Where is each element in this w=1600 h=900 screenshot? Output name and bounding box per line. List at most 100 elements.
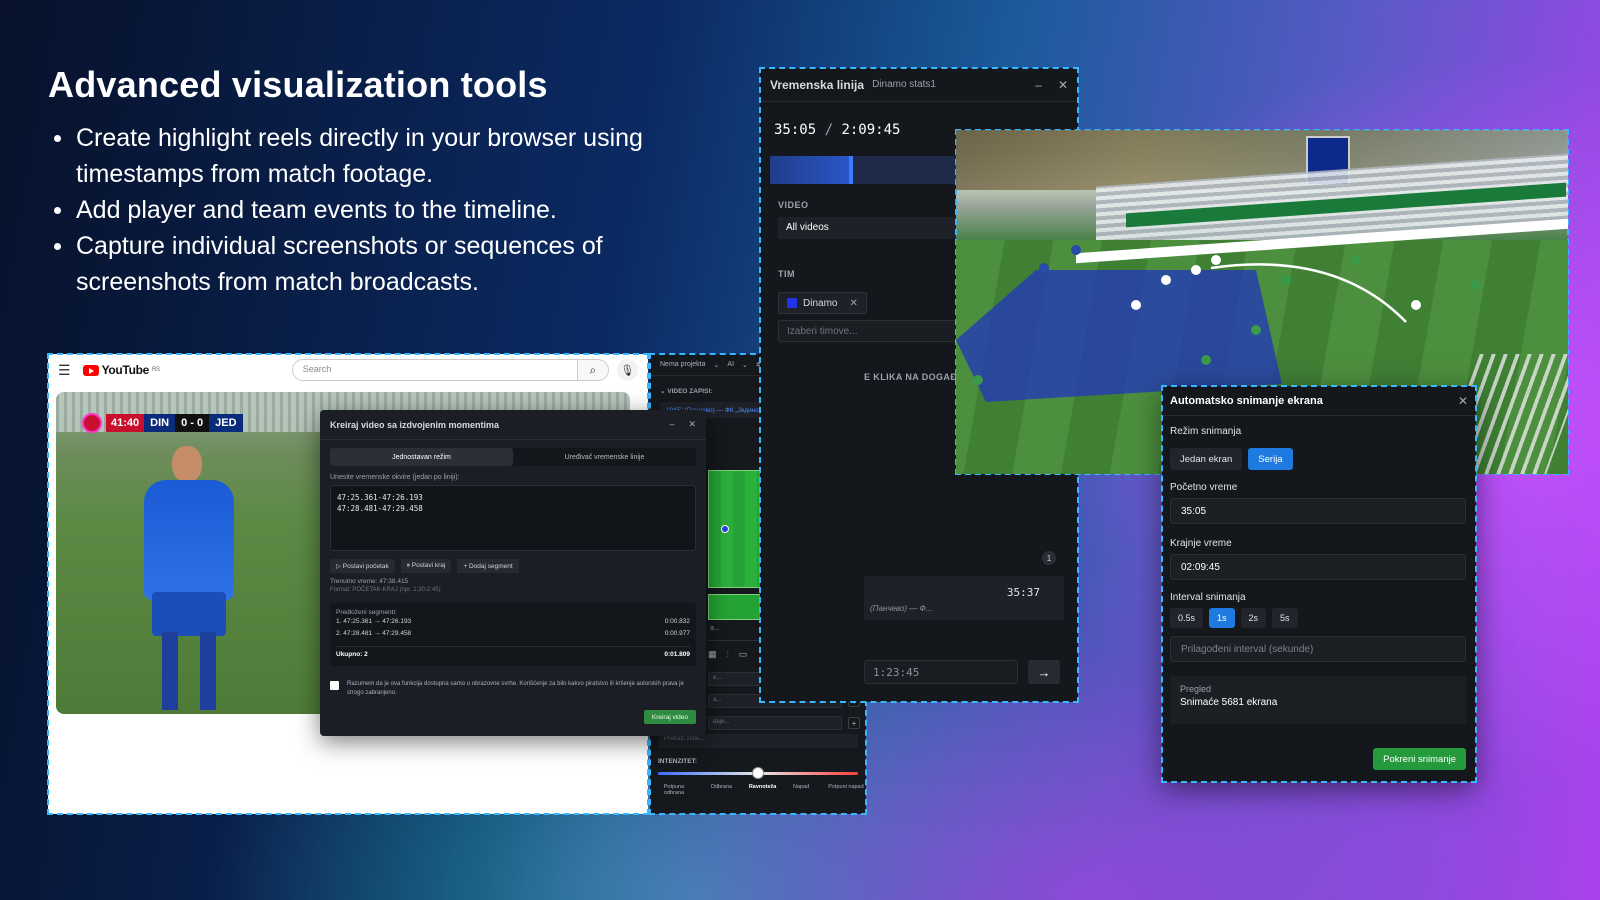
segment-range: 1. 47:25.361 → 47:26.193 bbox=[336, 618, 412, 625]
club-crest-icon bbox=[82, 413, 102, 433]
total-duration: 0:01.809 bbox=[664, 651, 690, 658]
custom-interval-input[interactable]: Prilagođeni interval (sekunde) bbox=[1170, 636, 1466, 662]
go-button[interactable]: → bbox=[1028, 660, 1060, 684]
ai-select[interactable]: AI bbox=[727, 361, 734, 368]
interval-label: Interval snimanja bbox=[1170, 592, 1246, 603]
interval-option[interactable]: 0.5s bbox=[1170, 608, 1204, 628]
preview-box: Pregled Snimaće 5681 ekrana bbox=[1170, 676, 1466, 724]
scale-label: Odbrana bbox=[710, 784, 733, 790]
chevron-down-icon[interactable]: ⌄ bbox=[714, 361, 720, 369]
dialog-title: Kreiraj video sa izdvojenim momentima bbox=[330, 419, 500, 430]
frames-textarea[interactable]: 47:25.361-47:26.193 47:28.481-47:29.458 bbox=[330, 485, 696, 551]
tab-simple-mode[interactable]: Jednostavan režim bbox=[330, 448, 513, 466]
mode-tabs: Jednostavan režim Uređivač vremenske lin… bbox=[330, 448, 696, 466]
current-time: Trenutno vreme: 47:38.415 bbox=[330, 578, 409, 585]
timecode: 35:05 / 2:09:45 bbox=[774, 122, 900, 138]
interval-options: 0.5s 1s 2s 5s bbox=[1170, 608, 1298, 628]
interval-option[interactable]: 2s bbox=[1240, 608, 1267, 628]
intensity-label: INTENZITET: bbox=[658, 758, 697, 765]
interval-option[interactable]: 1s bbox=[1209, 608, 1235, 628]
create-video-button[interactable]: Kreiraj video bbox=[643, 710, 696, 724]
interval-option[interactable]: 5s bbox=[1272, 608, 1298, 628]
match-clock: 41:40 bbox=[106, 414, 145, 432]
scale-label: Ravnoteža bbox=[748, 784, 777, 790]
window-controls: – ✕ bbox=[1035, 78, 1068, 92]
disclaimer-row: Razumem da je ova funkcija dostupna samo… bbox=[330, 680, 696, 698]
total-count: Ukupno: 2 bbox=[336, 651, 368, 658]
segment-row: 1. 47:25.361 → 47:26.193 0:00.832 bbox=[336, 618, 690, 630]
player-figure bbox=[134, 432, 244, 712]
player-white bbox=[1131, 300, 1141, 310]
segment-buttons: ▷ Postavi početak ⏸ Postavi kraj + Dodaj… bbox=[330, 559, 696, 573]
tab-timeline-editor[interactable]: Uređivač vremenske linije bbox=[513, 448, 696, 466]
player-green bbox=[1471, 280, 1481, 290]
close-icon[interactable]: ✕ bbox=[1058, 78, 1068, 92]
zone-search-input[interactable]: Pretraži zone... bbox=[658, 734, 858, 748]
segment-row: 2. 47:28.481 → 47:29.458 0:00.977 bbox=[336, 630, 690, 642]
project-select[interactable]: Nema projekta bbox=[660, 361, 706, 368]
player-head bbox=[172, 446, 202, 482]
close-icon[interactable]: ✕ bbox=[1458, 394, 1468, 408]
end-time-input[interactable]: 02:09:45 bbox=[1170, 554, 1466, 580]
camera-icon[interactable]: ▭ bbox=[739, 649, 748, 660]
timeline-title-bar: Vremenska linija Dinamo stats1 – ✕ bbox=[760, 68, 1078, 102]
close-icon[interactable]: ✕ bbox=[688, 419, 696, 430]
event-count-badge: 1 bbox=[1042, 551, 1056, 565]
player-green bbox=[1281, 275, 1291, 285]
player-blue bbox=[1071, 245, 1081, 255]
add-icon[interactable]: + bbox=[848, 717, 860, 729]
minimize-icon[interactable]: – bbox=[1035, 78, 1042, 92]
total-time: 2:09:45 bbox=[841, 122, 901, 138]
youtube-play-icon bbox=[82, 364, 99, 376]
sliders-icon[interactable]: ⫶ bbox=[727, 649, 729, 660]
disclaimer-text: Razumem da je ova funkcija dostupna samo… bbox=[347, 681, 684, 696]
scale-label: Napad bbox=[793, 784, 810, 790]
player-white bbox=[1211, 255, 1221, 265]
frame-line: 47:25.361-47:26.193 bbox=[337, 493, 423, 502]
current-time: 35:05 bbox=[774, 122, 817, 138]
preview-value: Snimaće 5681 ekrana bbox=[1180, 697, 1278, 708]
team-label: TIM bbox=[778, 269, 795, 279]
defensive-zone bbox=[956, 270, 1282, 402]
dialog-title-bar: Kreiraj video sa izdvojenim momentima – … bbox=[320, 410, 706, 440]
hamburger-menu-icon[interactable]: ☰ bbox=[58, 362, 71, 379]
youtube-logo[interactable]: YouTube RS bbox=[82, 363, 160, 377]
event-field[interactable]: daje... bbox=[708, 716, 842, 730]
player-green bbox=[1251, 325, 1261, 335]
series-button[interactable]: Serija bbox=[1248, 448, 1293, 470]
search-input[interactable]: Search bbox=[291, 359, 578, 381]
timeline-subtitle: Dinamo stats1 bbox=[872, 79, 936, 90]
chevron-down-icon[interactable]: ⌄ bbox=[742, 361, 748, 369]
grid-icon[interactable]: ▦ bbox=[708, 649, 717, 660]
remove-icon[interactable]: ✕ bbox=[849, 298, 857, 309]
single-screen-button[interactable]: Jedan ekran bbox=[1170, 448, 1243, 470]
playhead[interactable] bbox=[849, 156, 853, 184]
team-chip[interactable]: Dinamo ✕ bbox=[778, 292, 867, 314]
start-capture-button[interactable]: Pokreni snimanje bbox=[1373, 748, 1466, 770]
time-separator: / bbox=[824, 122, 842, 138]
seek-time-input[interactable]: 1:23:45 bbox=[864, 660, 1018, 684]
set-end-button[interactable]: ⏸ Postavi kraj bbox=[400, 559, 452, 573]
player-blue bbox=[1039, 263, 1049, 273]
player-marker[interactable] bbox=[721, 525, 729, 533]
auto-capture-dialog: Automatsko snimanje ekrana ✕ Režim snima… bbox=[1161, 385, 1477, 783]
feature-bullet: Add player and team events to the timeli… bbox=[48, 192, 728, 228]
event-card[interactable]: 35:37 (Панчево) — Ф... bbox=[864, 576, 1064, 620]
feature-list: Create highlight reels directly in your … bbox=[48, 120, 728, 300]
timeline-title: Vremenska linija bbox=[770, 77, 865, 92]
event-click-label: E KLIKA NA DOGAĐ bbox=[864, 372, 958, 382]
disclaimer-checkbox[interactable] bbox=[330, 681, 339, 690]
intensity-slider-handle[interactable] bbox=[752, 767, 764, 779]
segments-panel: Predloženi segmenti: 1. 47:25.361 → 47:2… bbox=[330, 603, 696, 666]
minimize-icon[interactable]: – bbox=[669, 419, 674, 430]
microphone-icon[interactable]: 🎙 bbox=[616, 359, 638, 381]
search-icon[interactable]: ⌕ bbox=[577, 359, 609, 381]
start-time-input[interactable]: 35:05 bbox=[1170, 498, 1466, 524]
intensity-scale: Potpuna odbrana Odbrana Ravnoteža Napad … bbox=[654, 784, 866, 796]
add-segment-button[interactable]: + Dodaj segment bbox=[457, 559, 519, 573]
dialog-title-bar: Automatsko snimanje ekrana ✕ bbox=[1162, 386, 1476, 416]
dialog-title: Automatsko snimanje ekrana bbox=[1170, 394, 1323, 407]
segment-duration: 0:00.832 bbox=[664, 618, 690, 625]
set-start-button[interactable]: ▷ Postavi početak bbox=[330, 559, 395, 573]
segment-duration: 0:00.977 bbox=[664, 630, 690, 637]
